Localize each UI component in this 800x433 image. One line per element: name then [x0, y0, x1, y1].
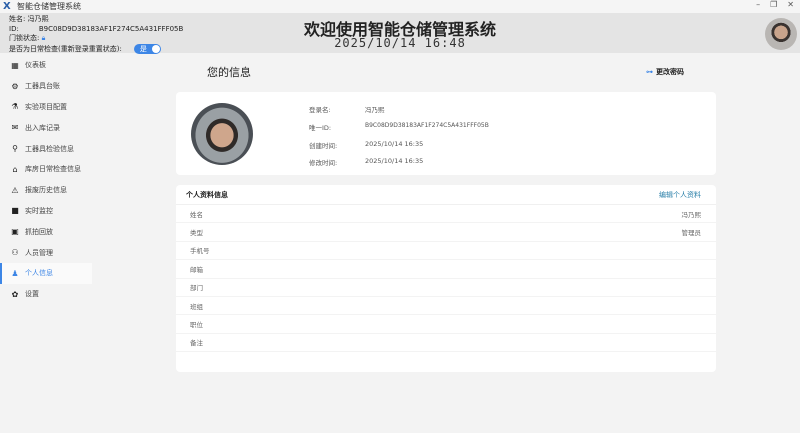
restore-button[interactable]: ❐	[770, 0, 777, 9]
sidebar-item-11[interactable]: ✿ 设置	[0, 284, 92, 305]
sidebar-item-label: 出入库记录	[25, 123, 60, 132]
sidebar-icon: ✉	[11, 123, 19, 133]
created-value: 2025/10/14 16:35	[365, 140, 424, 148]
title-bar: X 智能仓储管理系统 – ❐ ✕	[0, 0, 800, 13]
unique-id-value: B9C08D9D38183AF1F274C5A431FFF05B	[365, 122, 489, 129]
modified-label: 修改时间:	[309, 159, 338, 167]
detail-label: 姓名	[190, 210, 203, 219]
sidebar-icon: ■	[11, 206, 19, 216]
sidebar-item-label: 工器具检验信息	[25, 144, 74, 153]
sidebar-item-0[interactable]: ▦ 仪表板	[0, 55, 92, 76]
detail-row: 手机号	[176, 242, 716, 261]
avatar[interactable]	[765, 18, 797, 50]
details-card: 个人资料信息 编辑个人资料 姓名 冯乃熙类型 管理员手机号邮箱部门班组职位备注	[176, 185, 716, 372]
sidebar-item-7[interactable]: ■ 实时监控	[0, 201, 92, 222]
sidebar-item-3[interactable]: ✉ 出入库记录	[0, 117, 92, 138]
sidebar: ▦ 仪表板 ⚙ 工器具台账 ⚗ 实验项目配置 ✉ 出入库记录 ⚲ 工器具检验信息 ⌂ 库房日常检查信息…	[0, 55, 92, 305]
minimize-button[interactable]: –	[756, 0, 760, 9]
sidebar-icon: ▦	[11, 60, 19, 70]
detail-row: 类型 管理员	[176, 223, 716, 242]
sidebar-icon: ⚗	[11, 102, 19, 112]
detail-row: 姓名 冯乃熙	[176, 205, 716, 224]
detail-label: 部门	[190, 284, 203, 293]
detail-value: 管理员	[681, 229, 702, 238]
detail-label: 手机号	[190, 247, 210, 256]
change-password-button[interactable]: ⊶ 更改密码	[646, 67, 684, 77]
detail-row: 班组	[176, 297, 716, 316]
modified-value: 2025/10/14 16:35	[365, 157, 424, 165]
key-icon: ⊶	[646, 68, 653, 76]
app-title: 智能仓储管理系统	[17, 2, 81, 11]
sidebar-item-2[interactable]: ⚗ 实验项目配置	[0, 97, 92, 118]
sidebar-item-8[interactable]: ▣ 抓拍回放	[0, 221, 92, 242]
sidebar-item-label: 个人信息	[25, 269, 53, 278]
detail-value: 冯乃熙	[681, 210, 702, 219]
sidebar-icon: ⚲	[12, 144, 18, 154]
login-name-label: 登录名:	[309, 106, 331, 114]
detail-label: 类型	[190, 229, 203, 238]
profile-photo	[191, 103, 253, 165]
sidebar-item-1[interactable]: ⚙ 工器具台账	[0, 76, 92, 97]
sidebar-icon: ✿	[11, 289, 19, 299]
login-name-value: 冯乃熙	[365, 106, 385, 114]
sidebar-icon: ▣	[11, 227, 19, 237]
detail-row: 备注	[176, 334, 716, 353]
sidebar-icon: ⚠	[11, 185, 19, 195]
sidebar-item-label: 实验项目配置	[25, 102, 67, 111]
sidebar-item-label: 设置	[25, 290, 39, 299]
sidebar-item-label: 库房日常检查信息	[25, 165, 81, 174]
unique-id-label: 唯一ID:	[309, 124, 332, 132]
profile-card: 登录名: 冯乃熙 唯一ID: B9C08D9D38183AF1F274C5A43…	[176, 92, 716, 175]
sidebar-item-label: 人员管理	[25, 248, 53, 257]
detail-label: 职位	[190, 321, 203, 330]
detail-row: 部门	[176, 279, 716, 297]
sidebar-item-5[interactable]: ⌂ 库房日常检查信息	[0, 159, 92, 180]
sidebar-item-label: 实时监控	[25, 206, 53, 215]
detail-label: 邮箱	[190, 265, 203, 274]
created-label: 创建时间:	[309, 142, 338, 150]
sidebar-item-label: 仪表板	[25, 61, 46, 70]
detail-label: 备注	[190, 339, 203, 348]
header: 姓名: 冯乃熙 ID: B9C08D9D38183AF1F274C5A431FFF…	[0, 13, 800, 54]
sidebar-item-label: 抓拍回放	[25, 227, 53, 236]
app-logo-icon: X	[3, 0, 11, 12]
sidebar-item-6[interactable]: ⚠ 报废历史信息	[0, 180, 92, 201]
sidebar-item-label: 工器具台账	[25, 82, 60, 91]
detail-row: 职位	[176, 315, 716, 334]
sidebar-icon: ⌂	[12, 164, 18, 174]
sidebar-icon: ⚙	[11, 81, 19, 91]
page-title: 您的信息	[207, 66, 251, 79]
edit-profile-link[interactable]: 编辑个人资料	[659, 190, 701, 200]
datetime: 2025/10/14 16:48	[334, 36, 466, 50]
sidebar-item-label: 报废历史信息	[25, 186, 67, 195]
close-button[interactable]: ✕	[787, 0, 794, 9]
detail-label: 班组	[190, 302, 203, 311]
sidebar-icon: ♟	[11, 268, 19, 278]
detail-row: 邮箱	[176, 260, 716, 279]
details-title: 个人资料信息	[186, 190, 228, 199]
sidebar-item-9[interactable]: ⚇ 人员管理	[0, 242, 92, 263]
sidebar-item-4[interactable]: ⚲ 工器具检验信息	[0, 138, 92, 159]
sidebar-item-10[interactable]: ♟ 个人信息	[0, 262, 92, 284]
sidebar-icon: ⚇	[11, 248, 19, 258]
